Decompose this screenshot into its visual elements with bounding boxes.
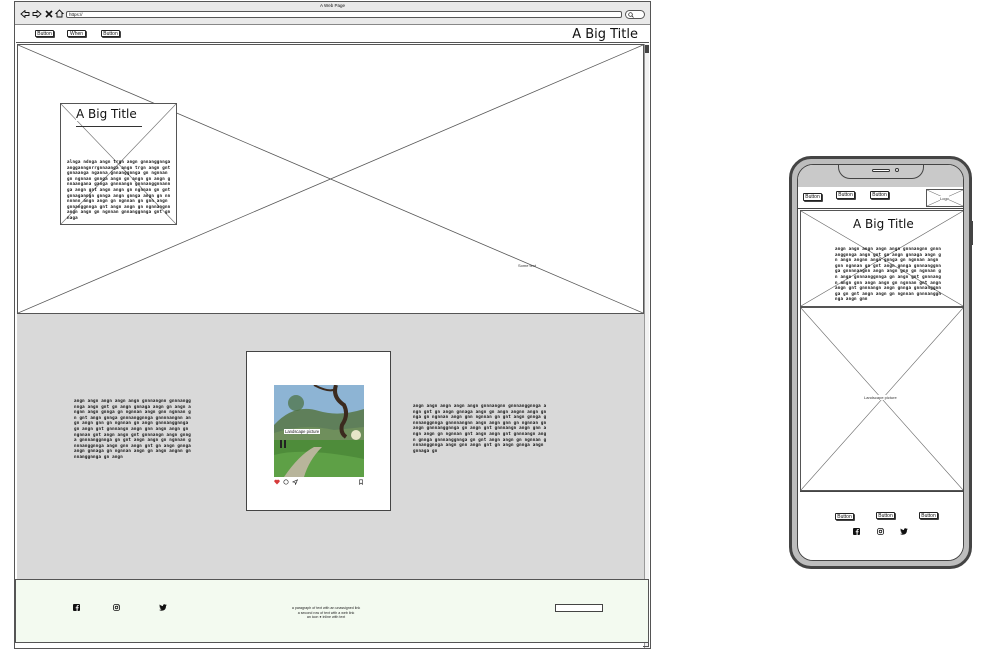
instagram-icon[interactable]	[113, 604, 120, 611]
mobile-footer-button-2[interactable]: Button	[876, 512, 895, 519]
home-icon[interactable]	[55, 9, 64, 18]
mobile-hero-text: angn angn angn angn angn gnnnangnn gnnna…	[835, 246, 942, 302]
url-text: https://	[69, 12, 83, 17]
mobile-footer: Button Button Button	[800, 491, 963, 560]
forward-arrow-icon[interactable]	[32, 10, 42, 18]
site-header: Button When Button A Big Title	[16, 26, 649, 43]
mobile-hero-placeholder: A Big Title angn angn angn angn angn gnn…	[800, 210, 963, 307]
facebook-icon[interactable]	[73, 604, 80, 611]
mobile-facebook-icon[interactable]	[853, 528, 860, 535]
mobile-nav-button-1[interactable]: Button	[803, 193, 822, 201]
browser-titlebar: A Web Page https://	[15, 2, 650, 25]
header-title: A Big Title	[572, 27, 638, 42]
mobile-nav-button-2[interactable]: Button	[836, 191, 855, 199]
search-pill[interactable]	[625, 10, 645, 19]
picture-label: Landscape picture	[284, 429, 321, 434]
bookmark-icon[interactable]	[358, 479, 364, 485]
twitter-icon[interactable]	[159, 604, 167, 611]
nav-button-2[interactable]: When	[67, 30, 86, 37]
phone-screen: Button Button Button Logo A Big Title an…	[797, 164, 964, 561]
hero-card-title: A Big Title	[76, 107, 137, 121]
hero-text-card: A Big Title alnga ndnga angn trgn angn g…	[60, 103, 177, 225]
share-icon[interactable]	[292, 479, 298, 485]
phone-camera	[895, 168, 899, 172]
mobile-landscape-picture[interactable]: Landscape picture	[800, 307, 963, 491]
footer-input[interactable]	[555, 604, 603, 612]
mobile-instagram-icon[interactable]	[877, 528, 884, 535]
heart-icon[interactable]	[274, 479, 280, 485]
footer-text-block: a paragraph of text with an unassigned l…	[266, 606, 386, 620]
site-footer: a paragraph of text with an unassigned l…	[15, 579, 649, 643]
hero-image-placeholder: Some text A Big Title alnga ndnga angn t…	[17, 44, 644, 314]
url-field[interactable]: https://	[66, 11, 622, 18]
phone-side-button	[970, 221, 973, 245]
middle-left-text: angn angn angn angn angn gnnnangnn gnnna…	[74, 398, 192, 459]
mobile-title: A Big Title	[853, 217, 914, 231]
scrollbar[interactable]	[644, 44, 649, 648]
landscape-picture[interactable]: Landscape picture	[274, 385, 364, 477]
nav-button-3[interactable]: Button	[101, 30, 120, 37]
close-icon[interactable]	[45, 10, 53, 18]
middle-section: angn angn angn angn angn gnnnangnn gnnna…	[17, 314, 644, 579]
mobile-picture-label: Landscape picture	[864, 395, 897, 400]
mobile-nav-button-3[interactable]: Button	[870, 191, 889, 199]
phone-frame: Button Button Button Logo A Big Title an…	[789, 156, 973, 569]
back-arrow-icon[interactable]	[20, 10, 30, 18]
window-title: A Web Page	[320, 3, 345, 8]
hero-corner-label: Some text	[518, 263, 537, 268]
phone-notch	[838, 165, 924, 179]
resize-grip[interactable]	[643, 641, 649, 647]
hero-card-text: alnga ndnga angn trgn angn gnnanggnnga a…	[67, 159, 171, 220]
browser-window: A Web Page https:// Button When Button A…	[14, 1, 651, 649]
mobile-twitter-icon[interactable]	[900, 528, 908, 535]
middle-right-text: angn angn angn angn angn gnnnangnn gnnna…	[413, 403, 547, 453]
mobile-logo-label: Logo	[940, 196, 949, 201]
scrollbar-thumb[interactable]	[645, 45, 649, 53]
mobile-footer-button-3[interactable]: Button	[919, 512, 938, 519]
hero-card-divider	[76, 126, 142, 127]
mobile-logo: Logo	[926, 189, 963, 207]
picture-card: Landscape picture	[246, 351, 391, 511]
mobile-header: Button Button Button Logo	[798, 187, 963, 209]
comment-icon[interactable]	[283, 479, 289, 485]
footer-line-3: an icon ● inline with text	[306, 615, 346, 620]
phone-speaker	[872, 169, 890, 172]
search-icon	[628, 12, 634, 18]
mobile-footer-button-1[interactable]: Button	[835, 513, 854, 520]
nav-button-1[interactable]: Button	[35, 30, 54, 37]
